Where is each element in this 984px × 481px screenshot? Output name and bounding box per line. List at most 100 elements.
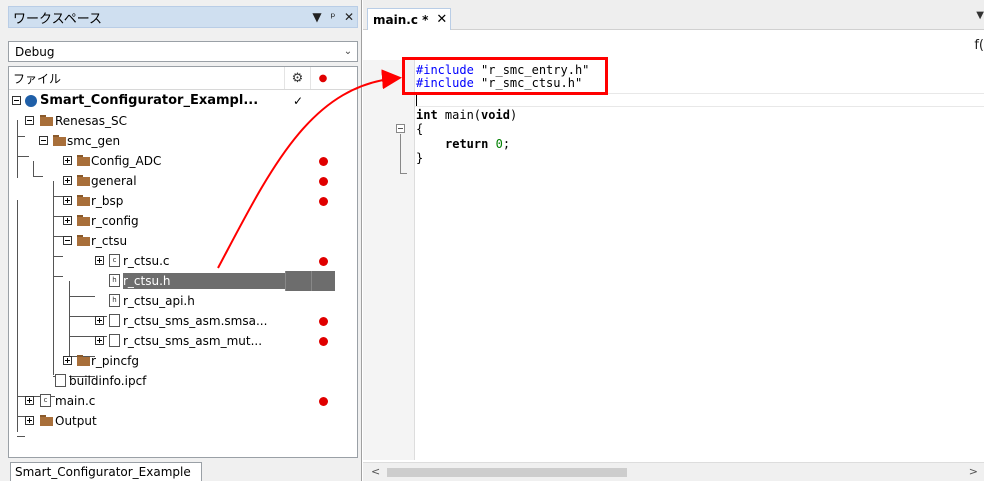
code-line-brace-close[interactable]: } bbox=[416, 152, 423, 164]
tree-label-r-pincfg: r_pincfg bbox=[91, 354, 139, 368]
pin-icon[interactable]: ᵖ bbox=[325, 10, 341, 24]
workspace-bottom-tab[interactable]: Smart_Configurator_Example bbox=[10, 462, 202, 481]
scrollbar-thumb[interactable] bbox=[387, 468, 627, 477]
collapse-icon[interactable] bbox=[39, 136, 48, 145]
code-brace: } bbox=[416, 151, 424, 165]
tree-label-r-ctsu-h: r_ctsu.h bbox=[123, 273, 285, 289]
expand-icon[interactable] bbox=[25, 396, 34, 405]
tree-row-r-ctsu-h[interactable]: h r_ctsu.h bbox=[9, 271, 357, 291]
expand-icon[interactable] bbox=[95, 316, 104, 325]
folder-icon bbox=[77, 195, 90, 206]
tree-row-main-c[interactable]: c main.c bbox=[9, 391, 357, 411]
build-status-header-icon[interactable]: ● bbox=[311, 67, 335, 89]
gear-icon[interactable]: ⚙ bbox=[285, 67, 311, 89]
tree-row-sms-asm-mut[interactable]: r_ctsu_sms_asm_mut... bbox=[9, 331, 357, 351]
tree-row-r-ctsu-api-h[interactable]: h r_ctsu_api.h bbox=[9, 291, 357, 311]
expand-icon[interactable] bbox=[95, 336, 104, 345]
tree-header-file[interactable]: ファイル bbox=[9, 67, 285, 89]
folder-icon bbox=[77, 155, 90, 166]
text-caret bbox=[416, 94, 417, 106]
tree-label-output: Output bbox=[55, 414, 97, 428]
c-file-icon: c bbox=[40, 394, 51, 407]
collapse-icon[interactable] bbox=[25, 116, 34, 125]
scroll-left-icon[interactable]: < bbox=[371, 465, 380, 478]
tree-label-r-config: r_config bbox=[91, 214, 139, 228]
project-icon bbox=[25, 95, 37, 107]
tree-row-config-adc[interactable]: Config_ADC bbox=[9, 151, 357, 171]
tree-label-r-bsp: r_bsp bbox=[91, 194, 124, 208]
close-icon[interactable]: ✕ bbox=[436, 12, 447, 27]
folder-icon bbox=[77, 355, 90, 366]
tab-list-dropdown-icon[interactable]: ▼ bbox=[976, 10, 984, 21]
tree-row-project[interactable]: Smart_Configurator_Exampl... ✓ bbox=[9, 91, 357, 111]
function-list-dropdown[interactable]: f( bbox=[974, 38, 984, 53]
tab-label: main.c * bbox=[373, 12, 429, 27]
workspace-panel: ワークスペース ▼ ᵖ ✕ Debug ⌄ ファイル ⚙ ● Smart_Con… bbox=[0, 0, 362, 481]
tree-row-r-bsp[interactable]: r_bsp bbox=[9, 191, 357, 211]
h-file-icon: h bbox=[109, 294, 120, 307]
tree-row-renesas-sc[interactable]: Renesas_SC bbox=[9, 111, 357, 131]
expand-icon[interactable] bbox=[63, 216, 72, 225]
expand-icon[interactable] bbox=[63, 176, 72, 185]
fold-collapse-icon[interactable] bbox=[396, 124, 405, 133]
folder-icon bbox=[53, 135, 66, 146]
tree-row-buildinfo[interactable]: buildinfo.ipcf bbox=[9, 371, 357, 391]
tree-label-project: Smart_Configurator_Exampl... bbox=[40, 93, 259, 108]
tree-label-r-ctsu: r_ctsu bbox=[91, 234, 128, 248]
expand-icon[interactable] bbox=[63, 196, 72, 205]
tree-row-general[interactable]: general bbox=[9, 171, 357, 191]
project-tree: ファイル ⚙ ● Smart_Configurator_Exampl... ✓ … bbox=[8, 66, 358, 458]
tree-row-r-config[interactable]: r_config bbox=[9, 211, 357, 231]
folder-icon bbox=[77, 215, 90, 226]
tab-main-c[interactable]: main.c * ✕ bbox=[367, 8, 451, 30]
h-file-icon: h bbox=[109, 274, 120, 287]
fold-line bbox=[400, 134, 401, 174]
collapse-icon[interactable] bbox=[63, 236, 72, 245]
tree-row-r-pincfg[interactable]: r_pincfg bbox=[9, 351, 357, 371]
build-status-dot-icon bbox=[318, 156, 328, 166]
check-icon: ✓ bbox=[292, 94, 304, 108]
expand-icon[interactable] bbox=[25, 416, 34, 425]
folder-icon bbox=[40, 115, 53, 126]
horizontal-scrollbar[interactable]: < > bbox=[363, 462, 984, 481]
tree-header: ファイル ⚙ ● bbox=[9, 67, 357, 90]
current-line-highlight bbox=[415, 93, 984, 107]
tree-label-main-c: main.c bbox=[55, 394, 96, 408]
expand-icon[interactable] bbox=[63, 156, 72, 165]
build-status-dot-icon bbox=[318, 336, 328, 346]
scroll-right-icon[interactable]: > bbox=[969, 465, 978, 478]
build-status-dot-icon bbox=[318, 316, 328, 326]
code-line-brace-open[interactable]: { bbox=[416, 123, 423, 135]
tree-row-smc-gen[interactable]: smc_gen bbox=[9, 131, 357, 151]
folder-icon bbox=[77, 235, 90, 246]
expand-icon[interactable] bbox=[95, 256, 104, 265]
file-icon bbox=[109, 314, 120, 327]
tree-label-sms-asm-mut: r_ctsu_sms_asm_mut... bbox=[123, 334, 263, 348]
code-number: 0 bbox=[495, 137, 503, 151]
tree-label-config-adc: Config_ADC bbox=[91, 154, 162, 168]
workspace-title: ワークスペース bbox=[13, 11, 103, 27]
tree-row-r-ctsu[interactable]: r_ctsu bbox=[9, 231, 357, 251]
tree-label-smc-gen: smc_gen bbox=[67, 134, 121, 148]
collapse-icon[interactable] bbox=[12, 96, 21, 105]
code-keyword: return bbox=[445, 137, 489, 151]
editor-tabstrip: main.c * ✕ ▼ bbox=[363, 0, 984, 30]
build-status-dot-icon bbox=[318, 396, 328, 406]
file-icon bbox=[55, 374, 66, 387]
folder-icon bbox=[40, 415, 53, 426]
code-line-main[interactable]: int main(void) bbox=[416, 109, 517, 121]
build-status-dot-icon bbox=[318, 176, 328, 186]
close-icon[interactable]: ✕ bbox=[341, 10, 357, 24]
build-config-select[interactable]: Debug ⌄ bbox=[8, 41, 358, 62]
code-line-return[interactable]: return 0; bbox=[445, 138, 510, 150]
panel-menu-dropdown-icon[interactable]: ▼ bbox=[309, 10, 325, 24]
tree-label-sms-asm-smsa: r_ctsu_sms_asm.smsa... bbox=[123, 314, 268, 328]
expand-icon[interactable] bbox=[63, 356, 72, 365]
tree-row-r-ctsu-c[interactable]: c r_ctsu.c bbox=[9, 251, 357, 271]
editor-gutter bbox=[363, 60, 415, 460]
tree-label-buildinfo: buildinfo.ipcf bbox=[69, 374, 147, 388]
tree-row-sms-asm-smsa[interactable]: r_ctsu_sms_asm.smsa... bbox=[9, 311, 357, 331]
tree-label-general: general bbox=[91, 174, 137, 188]
folder-icon bbox=[77, 175, 90, 186]
tree-row-output[interactable]: Output bbox=[9, 411, 357, 431]
